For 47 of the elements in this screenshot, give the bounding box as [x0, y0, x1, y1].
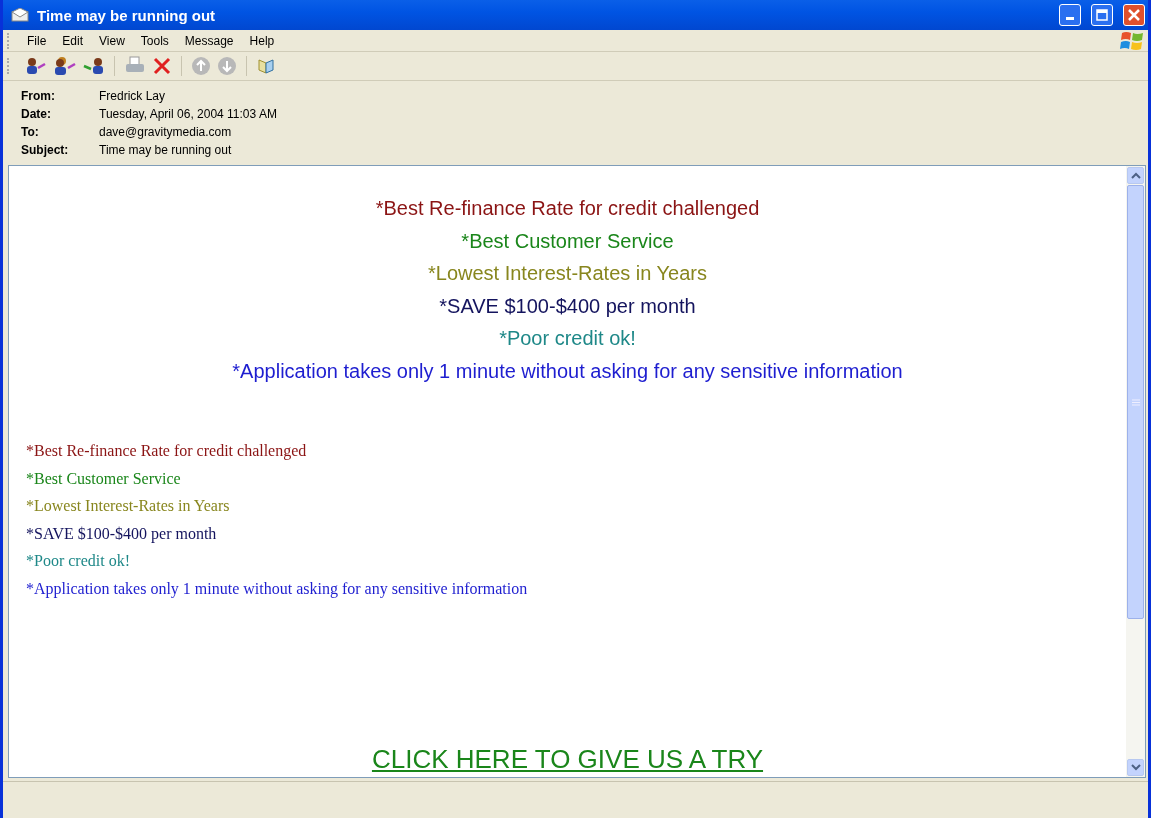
reply-all-icon[interactable]	[53, 56, 77, 76]
field-value: Fredrick Lay	[99, 89, 166, 103]
message-line: *Poor credit ok!	[26, 551, 131, 571]
field-value: Tuesday, April 06, 2004 11:03 AM	[99, 107, 277, 121]
message-line: *SAVE $100-$400 per month	[439, 293, 696, 319]
grip-icon	[1131, 398, 1140, 406]
message-line: *Best Customer Service	[26, 468, 182, 489]
menu-item[interactable]: Message	[176, 34, 242, 48]
close-icon	[1128, 9, 1140, 21]
menu-item[interactable]: View	[91, 34, 133, 48]
delete-icon[interactable]	[152, 56, 172, 76]
scroll-up-button[interactable]	[1127, 167, 1144, 184]
field-label: From:	[21, 89, 56, 103]
maximize-button[interactable]	[1091, 4, 1113, 26]
message-line: *Application takes only 1 minute without asking for any sensitive information	[26, 578, 529, 600]
envelope-icon	[11, 8, 29, 22]
message-line: *Best Re-finance Rate for credit challenged	[375, 196, 760, 221]
window-title: Time may be running out	[37, 6, 216, 24]
field-value: Time may be running out	[99, 143, 232, 157]
menu-item[interactable]: Help	[241, 34, 283, 48]
message-line: *Lowest Interest-Rates in Years	[26, 496, 231, 516]
reply-icon[interactable]	[25, 56, 47, 76]
minimize-icon	[1066, 17, 1074, 20]
maximize-icon	[1096, 9, 1108, 21]
flag-logo-icon	[1120, 30, 1144, 52]
message-line: *Poor credit ok!	[499, 326, 636, 351]
field-label: Subject:	[21, 143, 70, 157]
message-line: *SAVE $100-$400 per month	[26, 523, 218, 545]
message-line: *Lowest Interest-Rates in Years	[427, 261, 707, 286]
forward-icon[interactable]	[83, 56, 105, 76]
caret-down-icon	[1130, 764, 1141, 771]
try-link[interactable]: CLICK HERE TO GIVE US A TRY	[371, 744, 764, 775]
minimize-button[interactable]	[1059, 4, 1081, 26]
caret-up-icon	[1130, 172, 1141, 179]
scrollbar-thumb[interactable]	[1127, 185, 1144, 619]
menu-item[interactable]: Tools	[132, 34, 177, 48]
close-button[interactable]	[1123, 4, 1145, 26]
scroll-down-button[interactable]	[1127, 759, 1144, 776]
field-value: dave@gravitymedia.com	[99, 125, 232, 139]
message-line: *Best Re-finance Rate for credit challenged	[26, 441, 308, 462]
message-line: *Application takes only 1 minute without asking for any sensitive information	[232, 358, 903, 384]
message-line: *Best Customer Service	[461, 228, 674, 254]
address-book-icon[interactable]	[256, 56, 276, 76]
menu-item[interactable]: File	[19, 34, 55, 48]
field-label: Date:	[21, 107, 52, 121]
menu-item[interactable]: Edit	[54, 34, 92, 48]
field-label: To:	[21, 125, 40, 139]
